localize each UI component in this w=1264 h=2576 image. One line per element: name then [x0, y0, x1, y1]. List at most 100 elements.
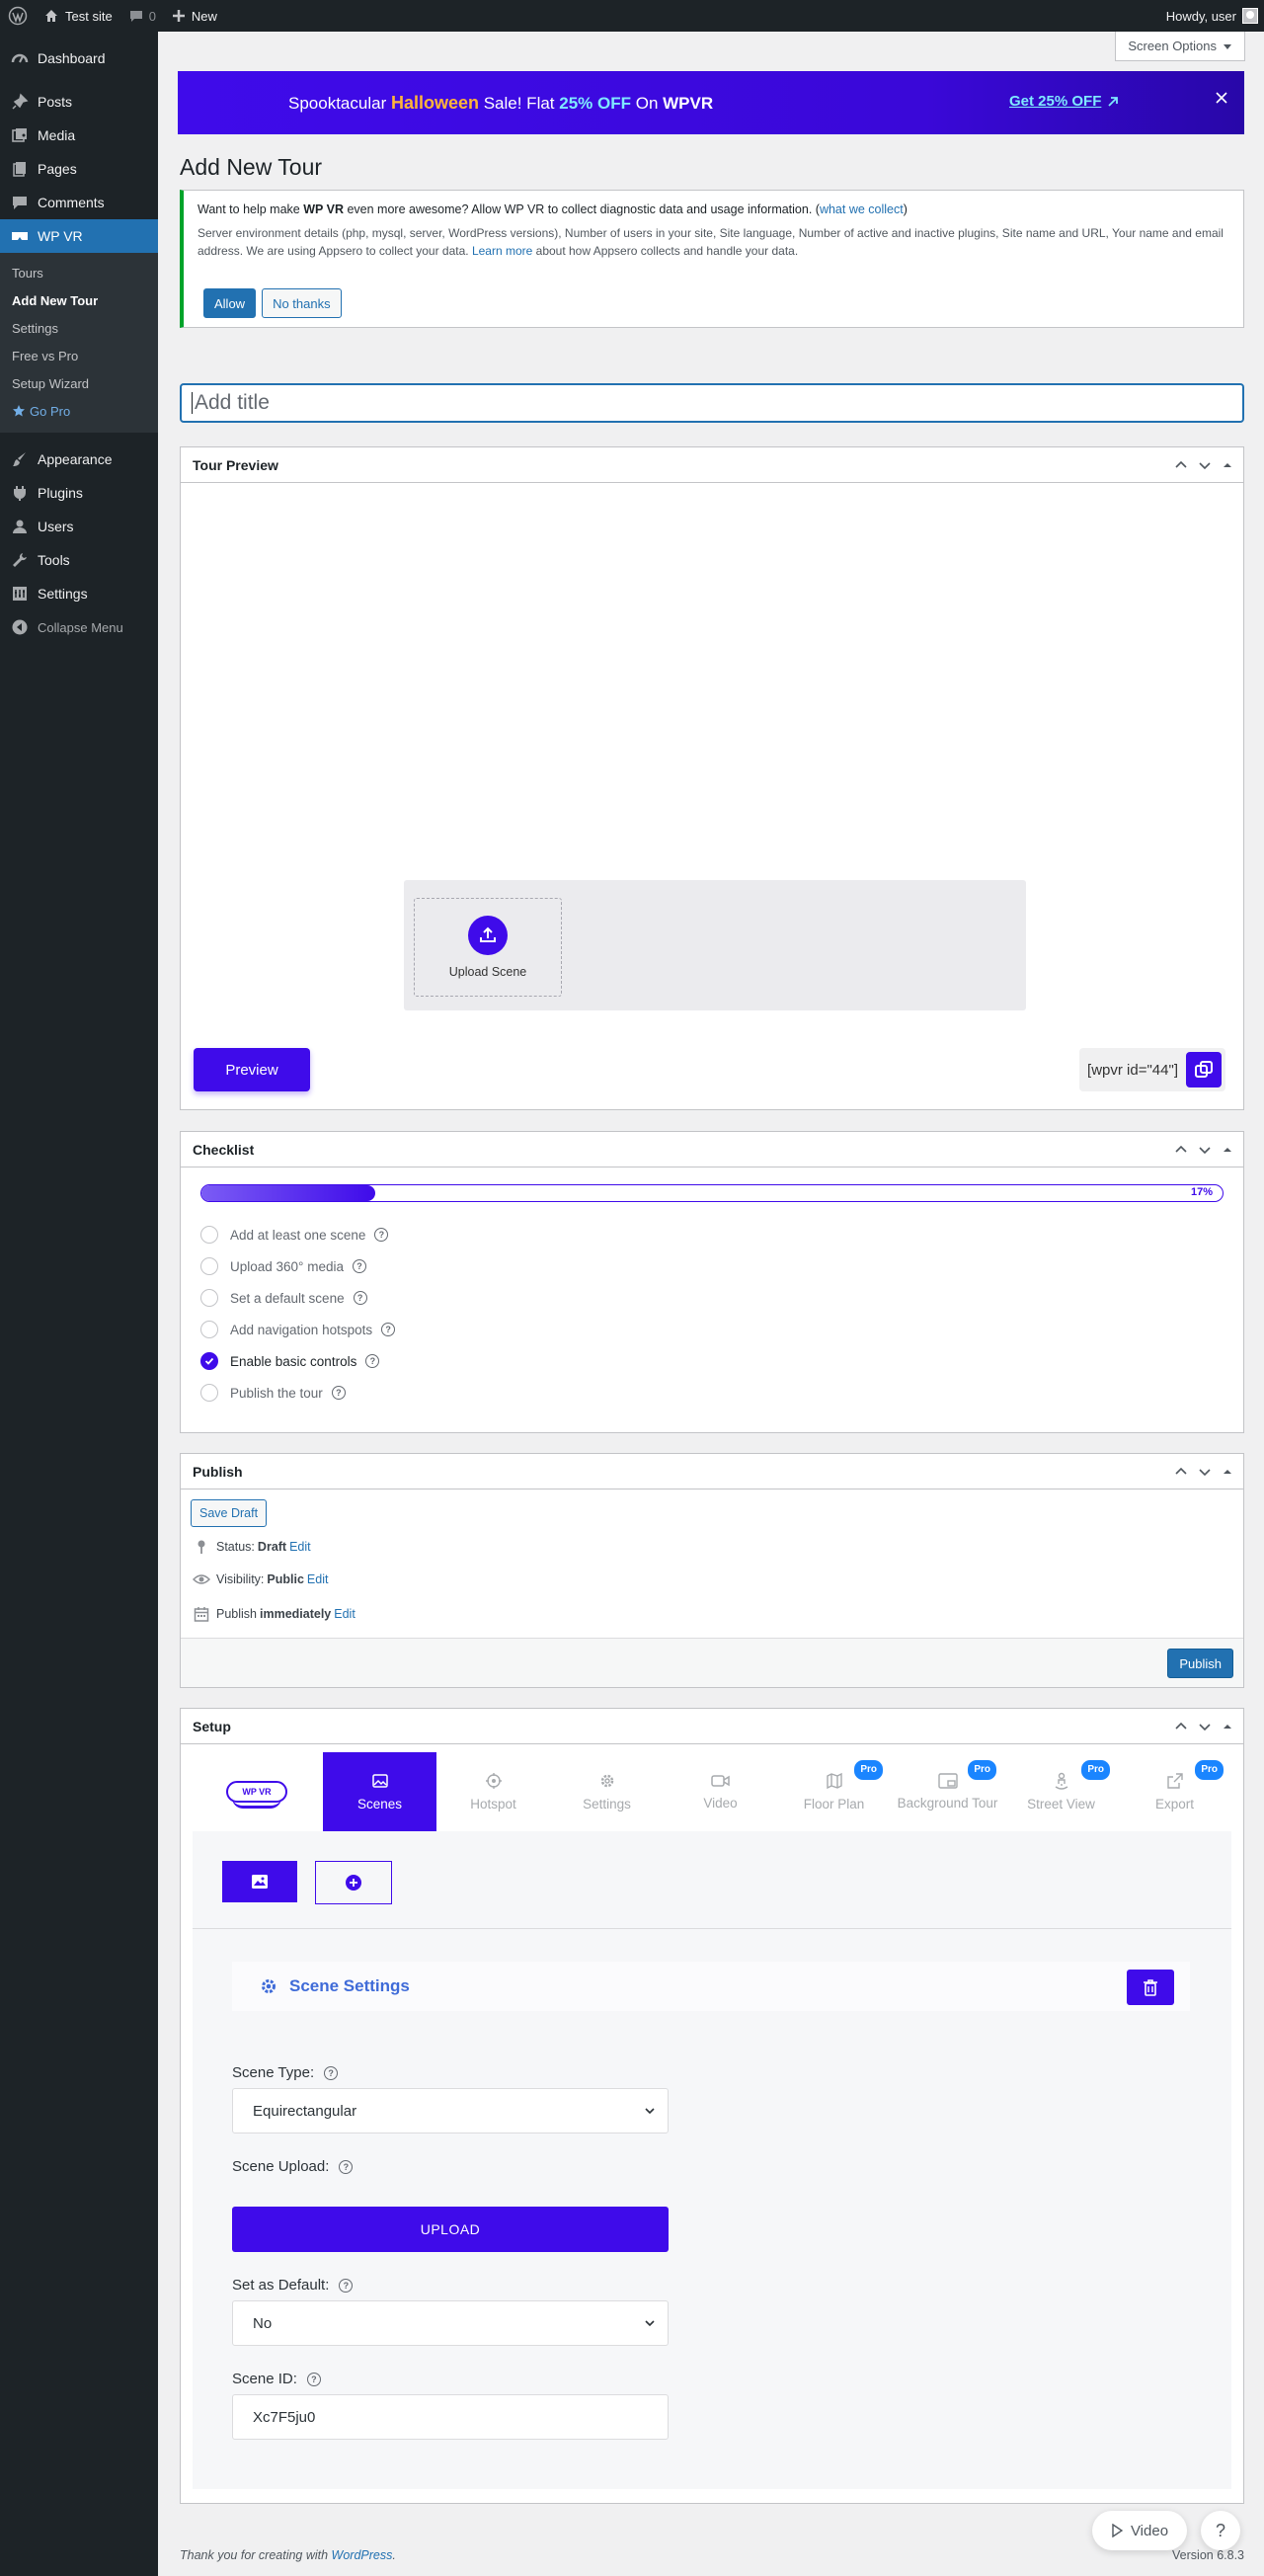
menu-comments[interactable]: Comments [0, 186, 158, 219]
help-icon[interactable]: ? [339, 2159, 354, 2174]
help-icon[interactable]: ? [331, 1386, 346, 1400]
tab-video[interactable]: Video [664, 1752, 777, 1831]
collapse-icon [10, 617, 30, 637]
edit-publish-date-link[interactable]: Edit [334, 1607, 356, 1621]
submenu-setup-wizard[interactable]: Setup Wizard [0, 369, 158, 397]
appsero-notice: Want to help make WP VR even more awesom… [180, 190, 1244, 328]
checklist-item[interactable]: Set a default scene ? [200, 1282, 395, 1314]
submenu-go-pro[interactable]: Go Pro [0, 397, 158, 425]
menu-appearance[interactable]: Appearance [0, 443, 158, 476]
checklist-item[interactable]: Upload 360° media ? [200, 1250, 395, 1282]
add-scene-button[interactable] [315, 1861, 392, 1904]
menu-plugins[interactable]: Plugins [0, 476, 158, 510]
menu-wp-vr[interactable]: WP VR [0, 219, 158, 253]
upload-button[interactable]: UPLOAD [232, 2207, 669, 2252]
chevron-up-icon[interactable] [1174, 1465, 1188, 1479]
pin-icon [10, 92, 30, 112]
settings-icon [10, 584, 30, 604]
scene-thumbnail-button[interactable] [222, 1861, 297, 1902]
comments-link[interactable]: 0 [120, 0, 164, 32]
help-icon[interactable]: ? [365, 1354, 380, 1368]
menu-posts[interactable]: Posts [0, 85, 158, 119]
promo-discount-link[interactable]: Get 25% OFF [1009, 93, 1119, 110]
site-name-link[interactable]: Test site [36, 0, 120, 32]
help-icon[interactable]: ? [306, 2372, 321, 2386]
chevron-up-icon[interactable] [1174, 1720, 1188, 1733]
checklist-item[interactable]: Add navigation hotspots ? [200, 1314, 396, 1345]
help-icon[interactable]: ? [339, 2278, 354, 2293]
video-button[interactable]: Video [1092, 2511, 1187, 2550]
tab-settings[interactable]: Settings [550, 1752, 664, 1831]
menu-pages[interactable]: Pages [0, 152, 158, 186]
toggle-panel-icon[interactable] [1222, 1720, 1233, 1733]
help-icon[interactable]: ? [374, 1228, 389, 1242]
new-content-link[interactable]: New [164, 0, 225, 32]
tab-export[interactable]: Pro Export [1118, 1752, 1231, 1831]
chevron-down-icon[interactable] [1198, 458, 1212, 472]
toggle-panel-icon[interactable] [1222, 458, 1233, 472]
toggle-panel-icon[interactable] [1222, 1465, 1233, 1479]
publish-button[interactable]: Publish [1167, 1649, 1233, 1678]
chevron-down-icon [645, 2320, 655, 2327]
chevron-up-icon[interactable] [1174, 458, 1188, 472]
delete-scene-button[interactable] [1127, 1970, 1174, 2005]
submenu-settings[interactable]: Settings [0, 314, 158, 342]
submenu-free-vs-pro[interactable]: Free vs Pro [0, 342, 158, 369]
submenu-tours[interactable]: Tours [0, 259, 158, 286]
help-button[interactable]: ? [1201, 2511, 1240, 2550]
menu-dashboard[interactable]: Dashboard [0, 41, 158, 75]
edit-visibility-link[interactable]: Edit [307, 1572, 329, 1586]
checklist-item[interactable]: Add at least one scene ? [200, 1219, 395, 1250]
title-input[interactable]: Add title [180, 383, 1244, 423]
edit-status-link[interactable]: Edit [289, 1540, 311, 1554]
upload-scene-button[interactable]: Upload Scene [414, 898, 562, 997]
toggle-panel-icon[interactable] [1222, 1143, 1233, 1157]
wordpress-link[interactable]: WordPress [332, 2548, 393, 2562]
chevron-down-icon[interactable] [1198, 1720, 1212, 1733]
image-icon [252, 1875, 268, 1889]
help-icon[interactable]: ? [324, 2065, 339, 2080]
checklist-item-done[interactable]: Enable basic controls ? [200, 1345, 395, 1377]
scene-type-select[interactable]: Equirectangular [232, 2088, 669, 2133]
menu-settings[interactable]: Settings [0, 577, 158, 610]
preview-button[interactable]: Preview [194, 1048, 310, 1091]
scene-id-input[interactable]: Xc7F5ju0 [232, 2394, 669, 2440]
default-select[interactable]: No [232, 2300, 669, 2346]
help-icon[interactable]: ? [352, 1259, 366, 1273]
chevron-up-icon[interactable] [1174, 1143, 1188, 1157]
help-icon[interactable]: ? [353, 1291, 367, 1305]
allow-button[interactable]: Allow [203, 288, 257, 318]
menu-users[interactable]: Users [0, 510, 158, 543]
checklist-item[interactable]: Publish the tour ? [200, 1377, 395, 1409]
menu-media[interactable]: Media [0, 119, 158, 152]
copy-shortcode-button[interactable] [1186, 1052, 1222, 1087]
help-icon[interactable]: ? [381, 1323, 396, 1336]
tab-floor-plan[interactable]: Pro Floor Plan [777, 1752, 891, 1831]
no-thanks-button[interactable]: No thanks [262, 288, 342, 318]
chevron-down-icon[interactable] [1198, 1465, 1212, 1479]
learn-more-link[interactable]: Learn more [472, 244, 532, 258]
save-draft-button[interactable]: Save Draft [191, 1499, 268, 1527]
menu-tools[interactable]: Tools [0, 543, 158, 577]
collapse-menu[interactable]: Collapse Menu [0, 610, 158, 644]
divider [193, 1928, 1231, 1929]
what-we-collect-link[interactable]: what we collect [820, 202, 904, 216]
setup-box: Setup WP VR Scenes Hotspot Settings Vide… [180, 1708, 1244, 2504]
arrow-up-right-icon [1108, 96, 1119, 107]
checklist-items: Add at least one scene ? Upload 360° med… [200, 1219, 396, 1409]
picture-in-picture-icon [937, 1772, 958, 1789]
wordpress-logo-icon[interactable] [0, 0, 36, 32]
tab-scenes[interactable]: Scenes [323, 1752, 436, 1831]
tab-hotspot[interactable]: Hotspot [436, 1752, 550, 1831]
tab-background-tour[interactable]: Pro Background Tour [891, 1752, 1004, 1831]
promo-close-icon[interactable] [1215, 91, 1228, 105]
upload-icon [468, 916, 508, 955]
media-icon [10, 125, 30, 145]
chevron-down-icon[interactable] [1198, 1143, 1212, 1157]
map-icon [826, 1772, 843, 1790]
screen-options-button[interactable]: Screen Options [1115, 32, 1245, 61]
my-account[interactable]: Howdy, user [1166, 8, 1264, 24]
wpvr-logo: WP VR [191, 1752, 323, 1831]
tab-street-view[interactable]: Pro Street View [1004, 1752, 1118, 1831]
submenu-add-new-tour[interactable]: Add New Tour [0, 286, 158, 314]
